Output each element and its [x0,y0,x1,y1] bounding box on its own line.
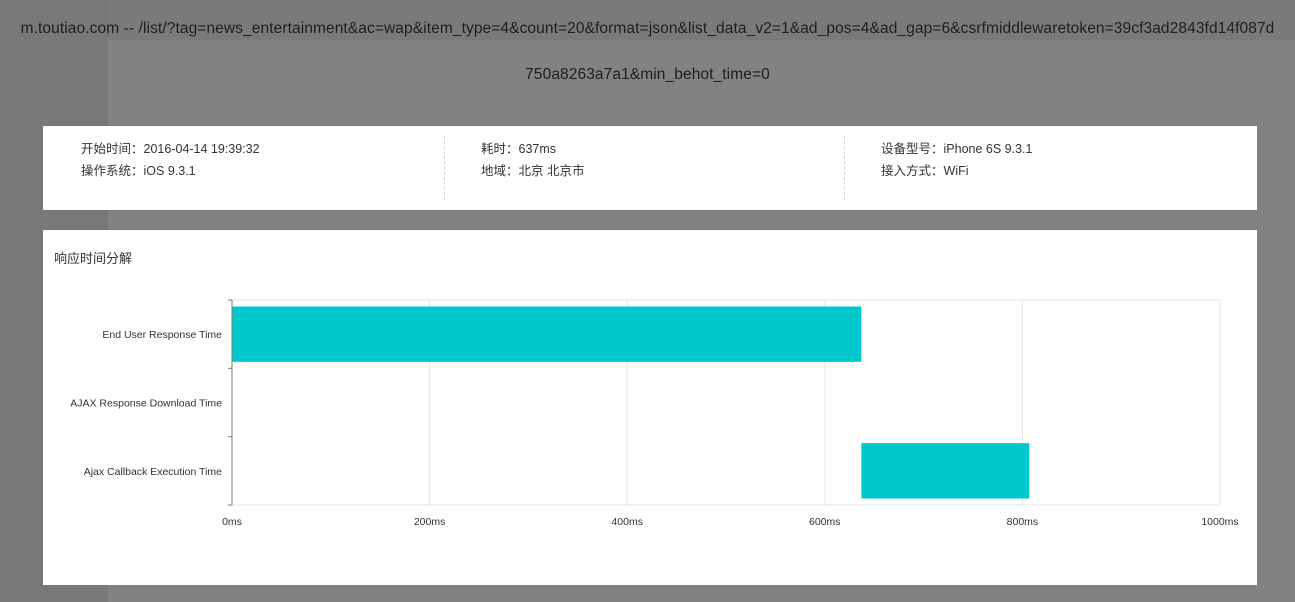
start-time-row: 开始时间：2016-04-14 19:39:32 [81,140,260,162]
bar [861,443,1030,499]
info-column-3: 设备型号：iPhone 6S 9.3.1 接入方式：WiFi [881,140,1032,184]
region-value: 北京 北京市 [518,164,585,178]
column-divider [844,136,845,200]
access-row: 接入方式：WiFi [881,162,1032,184]
info-column-2: 耗时：637ms 地域：北京 北京市 [481,140,585,184]
response-time-chart: 0ms 200ms 400ms 600ms 800ms 1000ms End User Re… [70,299,1239,528]
request-info-card: 开始时间：2016-04-14 19:39:32 操作系统：iOS 9.3.1 … [43,126,1257,210]
bar [232,306,862,362]
column-divider [444,136,445,200]
os-label: 操作系统： [81,164,144,178]
x-tick-label: 600ms [809,516,841,528]
device-label: 设备型号： [881,142,944,156]
start-time-label: 开始时间： [81,142,144,156]
access-value: WiFi [943,164,969,178]
start-time-value: 2016-04-14 19:39:32 [143,142,260,156]
access-label: 接入方式： [881,164,944,178]
os-value: iOS 9.3.1 [143,164,196,178]
os-row: 操作系统：iOS 9.3.1 [81,162,260,184]
duration-label: 耗时： [481,142,519,156]
request-url-line2: 750a8263a7a1&min_behot_time=0 [525,66,770,83]
y-category-label: AJAX Response Download Time [70,398,222,410]
info-column-1: 开始时间：2016-04-14 19:39:32 操作系统：iOS 9.3.1 [81,140,260,184]
response-time-card: 响应时间分解 0ms 200ms 400ms 600ms 800ms 1000ms End … [43,230,1257,585]
request-url-line1: m.toutiao.com -- /list/?tag=news_enterta… [20,20,1275,37]
duration-row: 耗时：637ms [481,140,585,162]
x-tick-label: 200ms [414,516,446,528]
region-row: 地域：北京 北京市 [481,162,585,184]
region-label: 地域： [481,164,519,178]
y-category-label: End User Response Time [102,329,222,341]
x-tick-label: 1000ms [1201,516,1238,528]
device-row: 设备型号：iPhone 6S 9.3.1 [881,140,1032,162]
y-category-label: Ajax Callback Execution Time [84,466,222,478]
device-value: iPhone 6S 9.3.1 [943,142,1033,156]
duration-value: 637ms [518,142,557,156]
x-tick-label: 0ms [222,516,242,528]
x-tick-label: 400ms [611,516,643,528]
x-tick-label: 800ms [1007,516,1039,528]
